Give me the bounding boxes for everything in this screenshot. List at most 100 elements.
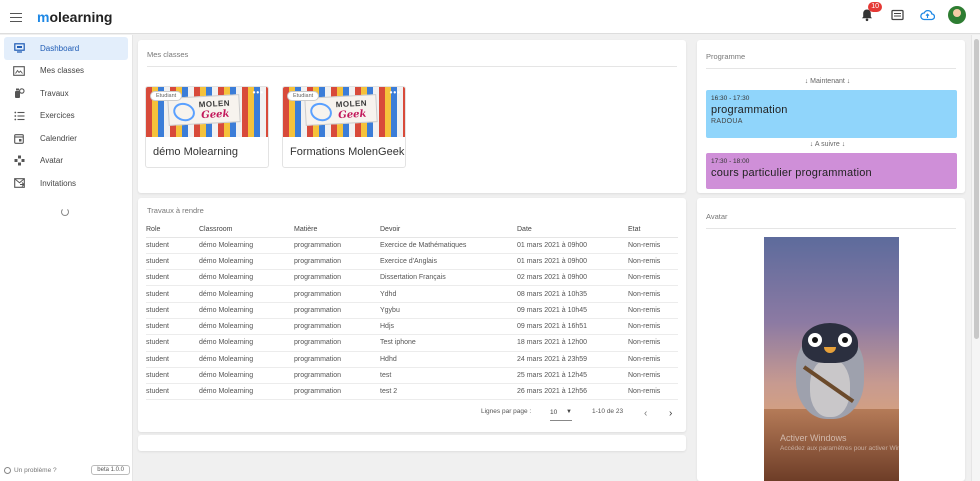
scrollbar-thumb[interactable]	[974, 39, 979, 339]
cell-role: student	[146, 383, 199, 401]
cell-etat: Non-remis	[628, 334, 678, 352]
sidebar-item-label: Dashboard	[40, 43, 80, 53]
next-page-icon[interactable]: ›	[669, 409, 672, 419]
help-icon	[4, 466, 11, 474]
sidebar-item-avatar[interactable]: Avatar	[4, 150, 128, 173]
class-tile[interactable]: MOLEN Geek Etudiant ••• démo Molearning	[145, 86, 269, 168]
more-options-icon[interactable]: •••	[390, 88, 401, 97]
table-row[interactable]: student démo Molearning programmation Hdhd 2…	[146, 351, 678, 368]
cell-classroom: démo Molearning	[199, 237, 294, 254]
cloud-upload-icon[interactable]	[918, 6, 936, 24]
sidebar-item-mes-classes[interactable]: Mes classes	[4, 60, 128, 83]
sidebar-item-label: Avatar	[40, 156, 63, 166]
table-row[interactable]: student démo Molearning programmation Hdjs 0…	[146, 318, 678, 336]
cell-classroom: démo Molearning	[199, 253, 294, 271]
cell-devoir: Hdjs	[380, 318, 517, 336]
user-avatar[interactable]	[948, 6, 966, 24]
cell-devoir: Exercice de Mathématiques	[380, 237, 517, 254]
more-options-icon[interactable]: •••	[253, 88, 264, 97]
cell-devoir: Ydhd	[380, 285, 517, 303]
table-row[interactable]: student démo Molearning programmation Test …	[146, 334, 678, 352]
class-cover-image: MOLEN Geek Etudiant •••	[146, 87, 268, 137]
cell-date: 08 mars 2021 à 10h35	[517, 285, 628, 303]
table-header-row: Role Classroom Matière Devoir Date Etat	[146, 222, 678, 238]
cell-date: 24 mars 2021 à 23h59	[517, 351, 628, 368]
cell-classroom: démo Molearning	[199, 318, 294, 336]
sidebar-footer: Un problème ? beta 1.0.0	[0, 463, 133, 477]
cell-classroom: démo Molearning	[199, 302, 294, 319]
event-title: programmation	[711, 104, 788, 116]
cell-devoir: Test iphone	[380, 334, 517, 352]
menu-icon[interactable]	[10, 10, 22, 24]
classes-card-title: Mes classes	[147, 50, 189, 59]
rows-per-page-label: Lignes par page :	[481, 408, 532, 415]
class-tile[interactable]: MOLEN Geek Etudiant ••• Formations MolenG…	[282, 86, 406, 168]
previous-page-icon[interactable]: ‹	[644, 409, 647, 419]
cell-matiere: programmation	[294, 302, 380, 319]
column-header[interactable]: Devoir	[380, 222, 517, 238]
table-row[interactable]: student démo Molearning programmation test 2…	[146, 367, 678, 385]
table-row[interactable]: student démo Molearning programmation Disse…	[146, 269, 678, 287]
now-label: ↓ Maintenant ↓	[804, 78, 851, 85]
event-time: 17:30 - 18:00	[711, 158, 750, 165]
classes-card: Mes classes MOLEN Geek Etudiant ••• démo …	[138, 40, 686, 193]
cell-classroom: démo Molearning	[199, 269, 294, 287]
sidebar-item-dashboard[interactable]: Dashboard	[4, 37, 128, 60]
cell-etat: Non-remis	[628, 237, 678, 254]
cell-etat: Non-remis	[628, 351, 678, 368]
cell-devoir: Exercice d'Anglais	[380, 253, 517, 271]
current-event[interactable]: 16:30 - 17:30 programmation RADOUA	[706, 90, 957, 138]
next-event[interactable]: 17:30 - 18:00 cours particulier programm…	[706, 153, 957, 189]
cell-role: student	[146, 367, 199, 385]
column-header[interactable]: Classroom	[199, 222, 294, 238]
help-link[interactable]: Un problème ?	[0, 466, 57, 474]
event-title: cours particulier programmation	[711, 167, 872, 179]
cell-date: 01 mars 2021 à 09h00	[517, 253, 628, 271]
column-header[interactable]: Matière	[294, 222, 380, 238]
cell-date: 25 mars 2021 à 12h45	[517, 367, 628, 385]
sidebar-item-calendrier[interactable]: Calendrier	[4, 127, 128, 150]
messages-icon[interactable]	[888, 6, 906, 24]
sidebar-item-invitations[interactable]: Invitations	[4, 172, 128, 195]
cell-date: 18 mars 2021 à 12h00	[517, 334, 628, 352]
cell-date: 09 mars 2021 à 10h45	[517, 302, 628, 319]
cell-classroom: démo Molearning	[199, 285, 294, 303]
invitation-icon	[13, 177, 25, 189]
app-logo[interactable]: molearning	[37, 9, 112, 25]
rows-per-page-select[interactable]: 10 ▼	[550, 409, 572, 421]
cell-matiere: programmation	[294, 237, 380, 254]
cell-devoir: Hdhd	[380, 351, 517, 368]
column-header[interactable]: Etat	[628, 222, 678, 238]
table-row[interactable]: student démo Molearning programmation Exerc…	[146, 253, 678, 271]
cell-classroom: démo Molearning	[199, 334, 294, 352]
cell-classroom: démo Molearning	[199, 383, 294, 401]
table-row[interactable]: student démo Molearning programmation Exerc…	[146, 237, 678, 254]
table-row[interactable]: student démo Molearning programmation Ydhd 0…	[146, 285, 678, 303]
cell-classroom: démo Molearning	[199, 367, 294, 385]
cell-role: student	[146, 237, 199, 254]
caret-down-icon: ▼	[566, 409, 572, 415]
cell-role: student	[146, 318, 199, 336]
cell-matiere: programmation	[294, 253, 380, 271]
column-header[interactable]: Date	[517, 222, 628, 238]
event-teacher: RADOUA	[711, 118, 743, 125]
table-row[interactable]: student démo Molearning programmation test …	[146, 383, 678, 401]
page-scrollbar[interactable]	[971, 35, 980, 481]
cell-matiere: programmation	[294, 318, 380, 336]
cell-etat: Non-remis	[628, 318, 678, 336]
class-name: Formations MolenGeek	[290, 146, 405, 158]
sidebar-item-travaux[interactable]: Travaux	[4, 82, 128, 105]
column-header[interactable]: Role	[146, 222, 199, 238]
cell-devoir: test	[380, 367, 517, 385]
help-label: Un problème ?	[14, 466, 57, 474]
class-cover-image: MOLEN Geek Etudiant •••	[283, 87, 405, 137]
table-row[interactable]: student démo Molearning programmation Ygybu…	[146, 302, 678, 319]
version-badge: beta 1.0.0	[91, 465, 130, 475]
notifications-bell-icon[interactable]: 10	[858, 2, 882, 24]
cell-matiere: programmation	[294, 285, 380, 303]
cell-etat: Non-remis	[628, 269, 678, 287]
sidebar-item-exercices[interactable]: Exercices	[4, 105, 128, 128]
event-time: 16:30 - 17:30	[711, 95, 750, 102]
cell-etat: Non-remis	[628, 367, 678, 385]
cell-matiere: programmation	[294, 269, 380, 287]
